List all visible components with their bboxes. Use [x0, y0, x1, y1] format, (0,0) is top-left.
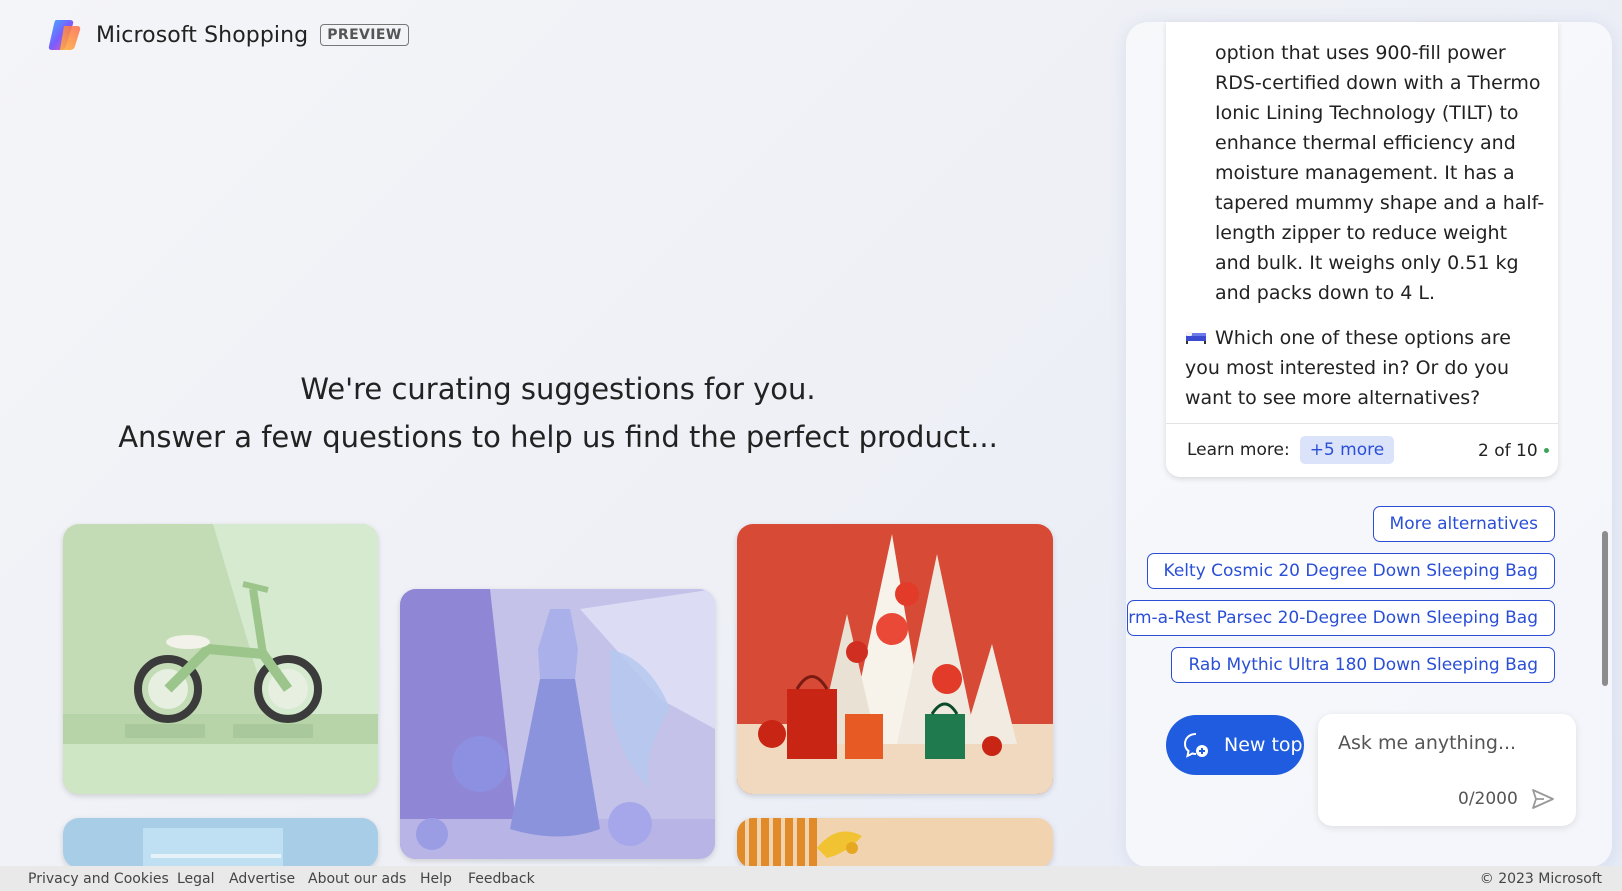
question-text: Which one of these options are you most …: [1185, 327, 1511, 409]
decor-image-card[interactable]: [737, 818, 1053, 868]
suggestion-more-alternatives[interactable]: More alternatives: [1372, 506, 1555, 542]
footer-link-help[interactable]: Help: [420, 871, 452, 887]
footer-link-privacy[interactable]: Privacy and Cookies: [28, 871, 169, 887]
footer-link-about-ads[interactable]: About our ads: [308, 871, 406, 887]
more-sources-chip[interactable]: +5 more: [1299, 436, 1395, 464]
status-dot-icon: [1543, 448, 1549, 453]
app-header: Microsoft Shopping PREVIEW: [46, 16, 409, 54]
suggestion-rab-mythic[interactable]: Rab Mythic Ultra 180 Down Sleeping Bag: [1171, 647, 1555, 683]
suggestion-kelty-cosmic[interactable]: Kelty Cosmic 20 Degree Down Sleeping Bag: [1146, 553, 1555, 589]
suggestion-therm-a-rest-parsec[interactable]: Therm-a-Rest Parsec 20-Degree Down Sleep…: [1127, 600, 1555, 636]
dress-image-card[interactable]: [400, 589, 715, 859]
dress-display-image: [400, 589, 715, 859]
balance-bike-image: [63, 524, 378, 794]
home-decor-image: [737, 818, 1053, 868]
chat-scrollbar[interactable]: [1602, 531, 1608, 686]
footer-link-legal[interactable]: Legal: [177, 871, 215, 887]
preview-badge: PREVIEW: [320, 24, 409, 46]
message-divider: [1166, 423, 1558, 424]
new-topic-button[interactable]: New topic: [1166, 715, 1304, 775]
send-icon[interactable]: [1530, 787, 1556, 811]
response-pager: 2 of 10: [1478, 441, 1549, 461]
learn-more-label: Learn more:: [1187, 440, 1290, 460]
copyright-text: © 2023 Microsoft: [1479, 871, 1602, 887]
desk-image-card[interactable]: [63, 818, 378, 868]
bike-image-card[interactable]: [63, 524, 378, 794]
curating-heading: We're curating suggestions for you.: [300, 372, 816, 406]
brand-title: Microsoft Shopping: [96, 22, 309, 48]
ask-box: 0/2000: [1318, 714, 1576, 826]
assistant-question: Which one of these options are you most …: [1185, 323, 1545, 413]
footer-link-advertise[interactable]: Advertise: [229, 871, 295, 887]
footer-link-feedback[interactable]: Feedback: [468, 871, 535, 887]
assistant-message-text: option that uses 900-fill power RDS-cert…: [1215, 42, 1545, 304]
shopping-bags-image: [737, 524, 1053, 794]
pager-text: 2 of 10: [1478, 441, 1538, 461]
curating-subheading: Answer a few questions to help us find t…: [118, 420, 998, 454]
new-chat-icon: [1183, 733, 1208, 758]
gifts-image-card[interactable]: [737, 524, 1053, 794]
character-counter: 0/2000: [1458, 789, 1518, 809]
page-footer: Privacy and Cookies Legal Advertise Abou…: [0, 866, 1622, 891]
furniture-image: [63, 818, 378, 868]
ask-input[interactable]: [1338, 732, 1558, 754]
learn-more-row: Learn more: +5 more: [1187, 436, 1395, 464]
new-topic-label: New topic: [1224, 734, 1304, 756]
copilot-logo-icon: [46, 16, 84, 54]
bed-emoji-icon: [1185, 324, 1207, 344]
